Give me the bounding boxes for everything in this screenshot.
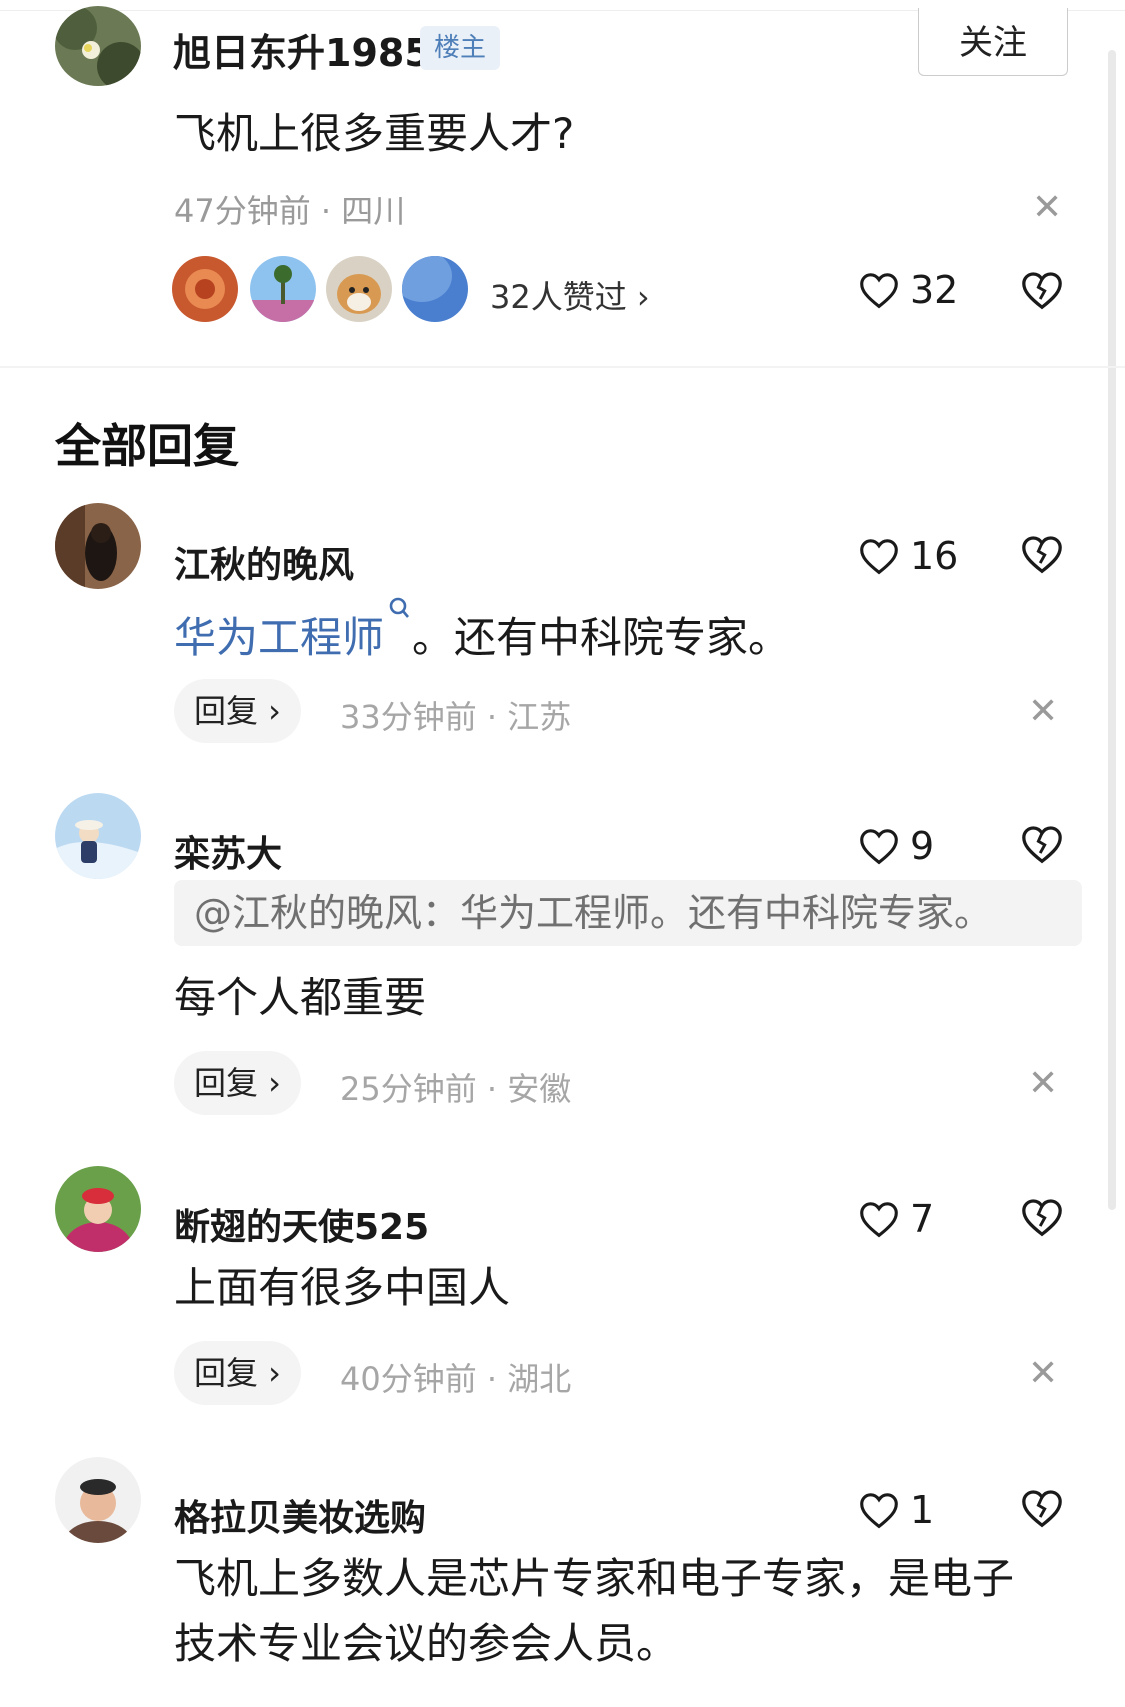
op-badge: 楼主 <box>420 26 501 70</box>
op-username[interactable]: 旭日东升1985 <box>173 22 431 77</box>
heart-outline-icon <box>860 539 898 575</box>
comment-username[interactable]: 栾苏大 <box>174 825 282 877</box>
broken-heart-icon[interactable] <box>1020 534 1064 574</box>
comment-content: 上面有很多中国人 <box>174 1263 511 1312</box>
close-icon[interactable]: ✕ <box>1028 1066 1058 1102</box>
comment-like-button[interactable]: 16 <box>858 534 958 578</box>
follow-button[interactable]: 关注 <box>918 8 1068 76</box>
liker-avatar <box>250 256 316 322</box>
comment-avatar[interactable] <box>55 1457 141 1543</box>
comment-avatar[interactable] <box>55 503 141 589</box>
comment-meta: 40分钟前 · 湖北 <box>340 1360 572 1398</box>
comment-like-button[interactable]: 1 <box>858 1488 934 1532</box>
comment-content: 飞机上多数人是芯片专家和电子专家，是电子 <box>174 1554 1015 1603</box>
comment-username[interactable]: 江秋的晚风 <box>174 536 354 588</box>
broken-heart-icon[interactable] <box>1020 270 1064 310</box>
comment-like-count: 16 <box>910 534 959 578</box>
liker-avatar <box>326 256 392 322</box>
quoted-reply[interactable]: @江秋的晚风：华为工程师。还有中科院专家。 <box>174 880 1082 946</box>
op-meta: 47分钟前 · 四川 <box>174 192 406 230</box>
comment-username[interactable]: 断翅的天使525 <box>174 1198 429 1250</box>
search-link[interactable]: 华为工程师 <box>174 613 384 662</box>
broken-heart-icon[interactable] <box>1020 1197 1064 1237</box>
heart-outline-icon <box>860 273 898 309</box>
op-content: 飞机上很多重要人才? <box>174 109 575 158</box>
comment-content: 每个人都重要 <box>174 973 427 1022</box>
close-icon[interactable]: ✕ <box>1032 190 1062 226</box>
broken-heart-icon[interactable] <box>1020 824 1064 864</box>
liker-avatar <box>402 256 468 322</box>
comment-like-count: 7 <box>910 1197 935 1241</box>
reply-button[interactable]: 回复 › <box>174 1341 301 1405</box>
liked-by-link[interactable]: 32人赞过 › <box>490 272 650 318</box>
heart-outline-icon <box>860 1493 898 1529</box>
op-like-count: 32 <box>910 268 959 312</box>
heart-outline-icon <box>860 829 898 865</box>
comment-meta: 33分钟前 · 江苏 <box>340 698 572 736</box>
comment-meta: 25分钟前 · 安徽 <box>340 1070 572 1108</box>
comment-like-count: 9 <box>910 824 935 868</box>
section-divider <box>0 366 1125 368</box>
reply-button[interactable]: 回复 › <box>174 1051 301 1115</box>
close-icon[interactable]: ✕ <box>1028 694 1058 730</box>
comment-like-button[interactable]: 9 <box>858 824 934 868</box>
close-icon[interactable]: ✕ <box>1028 1356 1058 1392</box>
liker-avatar <box>172 256 238 322</box>
comment-like-count: 1 <box>910 1488 935 1532</box>
comment-text: 。还有中科院专家。 <box>412 613 791 662</box>
op-like-button[interactable]: 32 <box>858 268 958 312</box>
broken-heart-icon[interactable] <box>1020 1488 1064 1528</box>
comment-content: 技术专业会议的参会人员。 <box>174 1619 679 1668</box>
search-icon[interactable] <box>386 596 412 626</box>
reply-button[interactable]: 回复 › <box>174 679 301 743</box>
comment-content: 华为工程师 。还有中科院专家。 <box>174 596 790 670</box>
op-avatar[interactable] <box>55 6 141 86</box>
section-title: 全部回复 <box>55 419 239 473</box>
comment-like-button[interactable]: 7 <box>858 1197 934 1241</box>
comment-avatar[interactable] <box>55 793 141 879</box>
scrollbar[interactable] <box>1108 50 1116 1210</box>
comment-avatar[interactable] <box>55 1166 141 1252</box>
comment-username[interactable]: 格拉贝美妆选购 <box>174 1489 426 1541</box>
heart-outline-icon <box>860 1202 898 1238</box>
